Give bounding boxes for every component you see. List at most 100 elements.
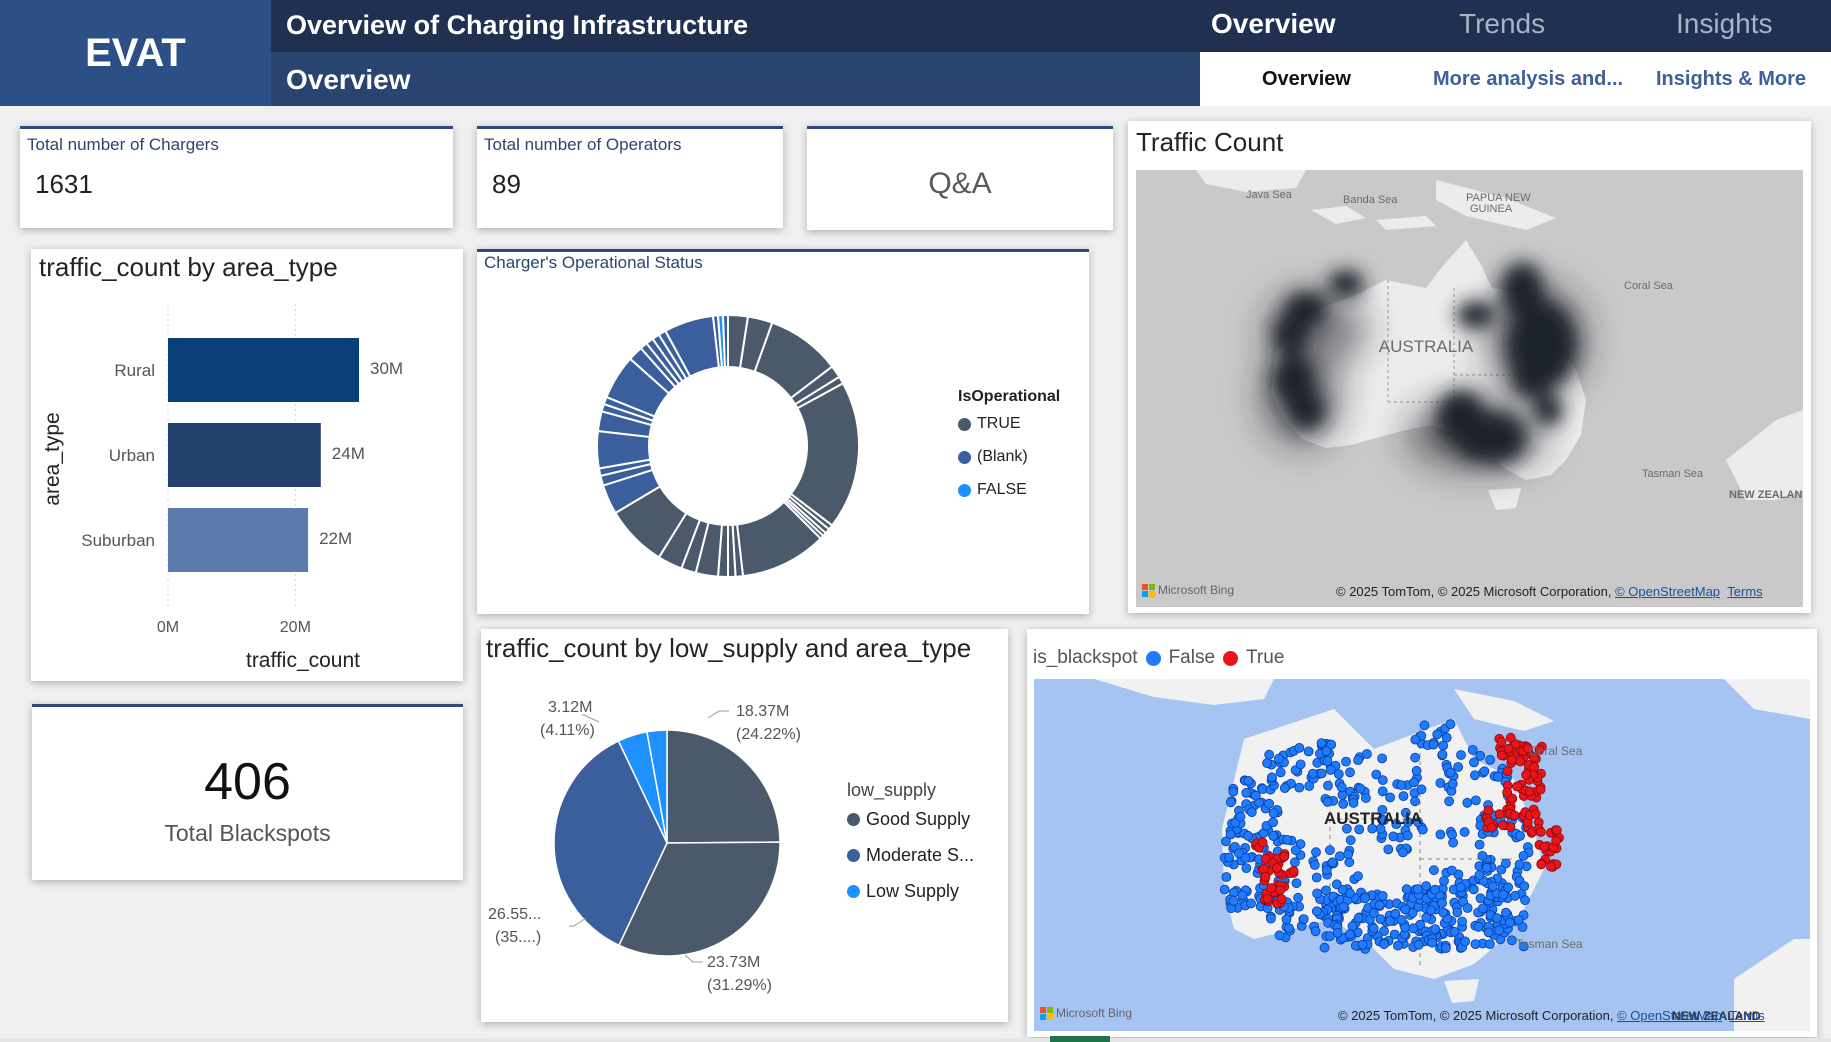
- map-point-true: [1546, 861, 1556, 872]
- map-point-false: [1333, 769, 1344, 779]
- terms-link[interactable]: Terms: [1727, 584, 1762, 599]
- map-point-false: [1266, 772, 1277, 783]
- pie-label-value: 18.37M: [736, 703, 789, 720]
- map-point-true: [1515, 756, 1526, 767]
- map-point-false: [1321, 885, 1331, 896]
- map-point-false: [1353, 913, 1364, 923]
- map-point-false: [1355, 783, 1366, 794]
- map-point-false: [1448, 837, 1459, 848]
- map-point-false: [1325, 765, 1336, 775]
- qa-label: Q&A: [928, 167, 992, 200]
- tab-insights[interactable]: Insights: [1676, 8, 1773, 40]
- map-point-false: [1416, 784, 1427, 795]
- map-point-false: [1262, 758, 1273, 768]
- map-point-false: [1281, 914, 1292, 925]
- map-point-false: [1498, 889, 1509, 900]
- osm-link[interactable]: © OpenStreetMap: [1615, 584, 1720, 599]
- blackspots-value: 406: [204, 753, 291, 811]
- map-point-false: [1411, 765, 1422, 776]
- map-label: NEW ZEALAN: [1729, 489, 1802, 501]
- bar-chart-ylabel: area_type: [41, 412, 64, 505]
- map-point-false: [1327, 857, 1338, 868]
- map-point-false: [1385, 792, 1396, 803]
- map-point-false: [1316, 738, 1327, 748]
- map-point-false: [1374, 900, 1385, 911]
- tab-trends[interactable]: Trends: [1459, 8, 1545, 40]
- map-point-false: [1243, 830, 1254, 841]
- bing-label: Microsoft Bing: [1158, 583, 1235, 597]
- map-point-true: [1288, 866, 1299, 876]
- subtab-insights-more[interactable]: Insights & More: [1656, 68, 1806, 91]
- bing-logo: Microsoft Bing: [1040, 1006, 1132, 1020]
- map-point-true: [1535, 784, 1546, 795]
- map-point-false: [1368, 908, 1379, 919]
- map-point-true: [1494, 809, 1505, 820]
- blackspot-map[interactable]: Coral Sea Tasman Sea NEW ZEALAND AUSTRAL…: [1034, 679, 1810, 1031]
- legend-dot-icon: [958, 450, 971, 464]
- map-point-false: [1338, 799, 1349, 809]
- map-point-false: [1435, 829, 1446, 840]
- map-point-false: [1449, 926, 1460, 937]
- kpi-operators-label: Total number of Operators: [484, 135, 682, 154]
- pie-label-pct: (31.29%): [707, 977, 772, 994]
- map-label: Coral Sea: [1624, 280, 1674, 292]
- pie-slice[interactable]: [666, 729, 781, 844]
- subtab-more-analysis[interactable]: More analysis and...: [1433, 68, 1623, 91]
- map-point-false: [1298, 914, 1309, 925]
- map-point-false: [1331, 879, 1342, 890]
- map-point-false: [1279, 783, 1290, 793]
- map-point-false: [1477, 850, 1488, 861]
- pie-legend-item-low[interactable]: Low Supply: [847, 881, 959, 902]
- map-point-false: [1274, 930, 1285, 941]
- map-point-false: [1409, 777, 1420, 788]
- map-point-false: [1410, 734, 1421, 745]
- microsoft-logo-icon: [1040, 1006, 1053, 1020]
- map-point-false: [1437, 749, 1448, 760]
- donut-legend-title: IsOperational: [958, 388, 1061, 405]
- map-point-false: [1316, 768, 1327, 779]
- tab-overview[interactable]: Overview: [1211, 8, 1336, 40]
- map-point-false: [1421, 881, 1432, 891]
- map-point-false: [1460, 936, 1471, 947]
- map-point-false: [1338, 901, 1349, 912]
- donut-legend-item-false[interactable]: FALSE: [958, 481, 1027, 499]
- map-point-false: [1322, 756, 1333, 766]
- donut-legend-item-true[interactable]: TRUE: [958, 415, 1021, 433]
- pie-legend-item-good[interactable]: Good Supply: [847, 809, 970, 830]
- qa-button[interactable]: Q&A: [807, 126, 1113, 230]
- map-point-false: [1402, 830, 1413, 841]
- map-point-false: [1514, 859, 1525, 870]
- donut-legend-item-blank[interactable]: (Blank): [958, 448, 1028, 466]
- bar-urban[interactable]: [168, 423, 321, 487]
- blackspot-legend-false[interactable]: False: [1169, 647, 1215, 669]
- donut-segment[interactable]: [721, 313, 729, 369]
- blackspot-legend-title: is_blackspot: [1033, 647, 1138, 668]
- map-point-false: [1510, 890, 1521, 901]
- bar-value-label: 30M: [370, 359, 403, 378]
- osm-link[interactable]: © OpenStreetMap: [1617, 1008, 1722, 1023]
- map-point-false: [1368, 923, 1379, 934]
- subtab-overview[interactable]: Overview: [1262, 68, 1351, 91]
- pie-legend-item-moderate[interactable]: Moderate S...: [847, 845, 974, 866]
- attribution-text: © 2025 TomTom, © 2025 Microsoft Corporat…: [1338, 1008, 1614, 1023]
- map-point-false: [1377, 775, 1388, 785]
- map-point-true: [1259, 863, 1269, 874]
- map-point-false: [1241, 863, 1252, 874]
- map-point-true: [1275, 885, 1286, 896]
- map-point-false: [1273, 753, 1284, 764]
- map-point-true: [1505, 732, 1516, 743]
- map-point-false: [1303, 746, 1314, 757]
- donut-chart-svg: [596, 313, 860, 579]
- terms-link[interactable]: Terms: [1729, 1008, 1764, 1023]
- traffic-map[interactable]: Java Sea Banda Sea PAPUA NEW GUINEA Cora…: [1136, 170, 1803, 607]
- bar-rural[interactable]: [168, 338, 359, 402]
- map-label: Java Sea: [1246, 189, 1293, 201]
- map-point-false: [1225, 797, 1236, 808]
- map-point-false: [1250, 790, 1261, 801]
- bar-category-label: Rural: [114, 361, 155, 380]
- blackspot-legend-true[interactable]: True: [1246, 647, 1284, 669]
- bar-suburban[interactable]: [168, 508, 309, 572]
- map-point-false: [1462, 903, 1473, 913]
- bar-chart-svg: 0M 20M Rural 30M Urban 24M Suburban 22M area_t…: [41, 304, 403, 672]
- blackspot-map-svg: Coral Sea Tasman Sea NEW ZEALAND AUSTRAL…: [1094, 679, 1810, 1031]
